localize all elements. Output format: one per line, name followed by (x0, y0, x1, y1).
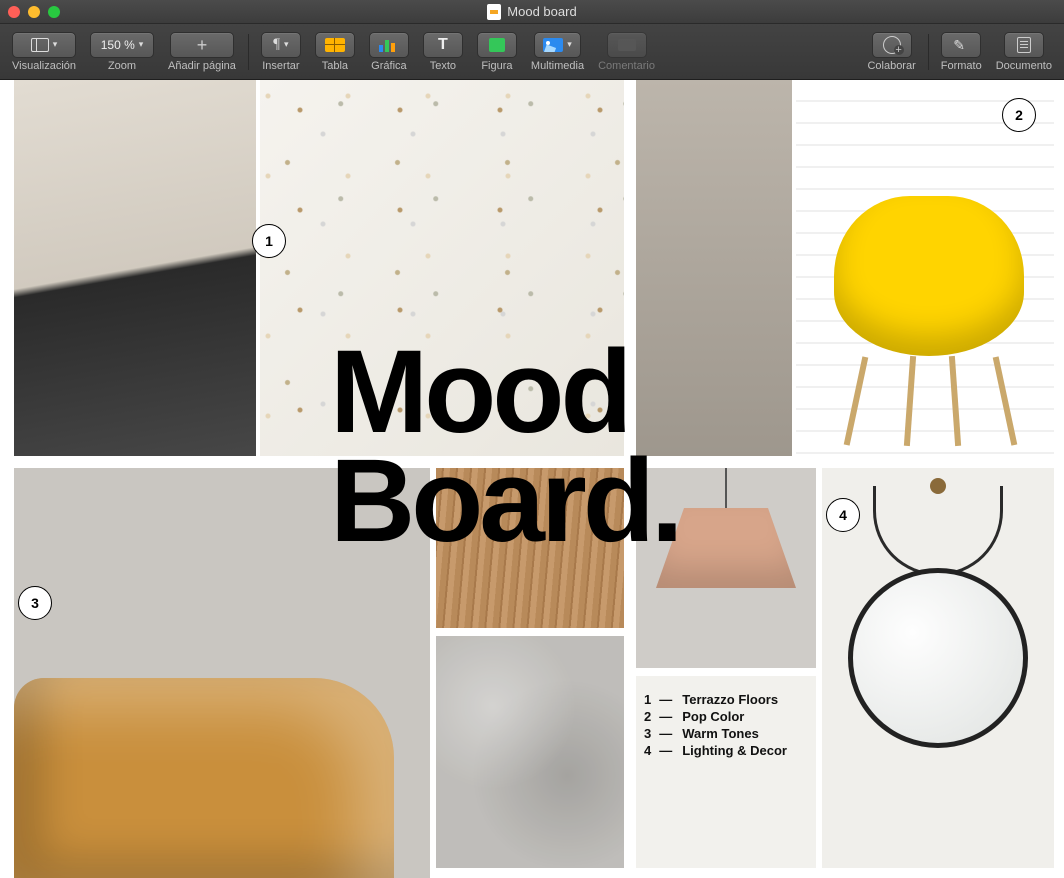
moodboard-image-mirror[interactable] (822, 468, 1054, 868)
shape-button[interactable] (477, 32, 517, 58)
collaborate-button[interactable] (872, 32, 912, 58)
toolbar-separator (928, 34, 929, 70)
legend-num: 3 (644, 726, 651, 741)
toolbar: ▾ Visualización 150 % ▾ Zoom + Añadir pá… (0, 24, 1064, 80)
insert-button[interactable]: ¶ ▾ (261, 32, 301, 58)
table-icon (325, 38, 345, 52)
document-label: Documento (996, 60, 1052, 72)
legend-dash: — (659, 709, 674, 724)
paragraph-icon: ¶ (273, 36, 280, 53)
document-settings-icon (1017, 37, 1031, 53)
text-button[interactable]: T (423, 32, 463, 58)
plus-icon: + (197, 36, 208, 54)
toolbar-separator (248, 34, 249, 70)
legend-row: 2 — Pop Color (644, 709, 808, 724)
comment-icon (618, 39, 636, 51)
add-page-button[interactable]: + (170, 32, 234, 58)
legend-row: 4 — Lighting & Decor (644, 743, 808, 758)
document-canvas[interactable]: 1 — Terrazzo Floors 2 — Pop Color 3 — Wa… (0, 80, 1064, 878)
legend-row: 3 — Warm Tones (644, 726, 808, 741)
title-line-2: Board. (330, 447, 680, 556)
legend-dash: — (659, 692, 674, 707)
zoom-value: 150 % (101, 38, 135, 52)
format-label: Formato (941, 60, 982, 72)
moodboard-image-black-chair[interactable] (14, 80, 256, 456)
collaborate-icon (883, 36, 901, 54)
format-icon (953, 37, 969, 53)
legend-panel[interactable]: 1 — Terrazzo Floors 2 — Pop Color 3 — Wa… (636, 676, 816, 868)
legend-dash: — (659, 726, 674, 741)
moodboard-image-fur[interactable] (436, 636, 624, 868)
annotation-3[interactable]: 3 (18, 586, 52, 620)
document-button[interactable] (1004, 32, 1044, 58)
format-button[interactable] (941, 32, 981, 58)
legend-num: 4 (644, 743, 651, 758)
comment-button[interactable] (607, 32, 647, 58)
zoom-label: Zoom (108, 60, 136, 72)
table-button[interactable] (315, 32, 355, 58)
document-title[interactable]: Mood Board. (330, 338, 680, 555)
legend-label: Pop Color (682, 709, 744, 724)
media-icon (543, 38, 563, 52)
window-title: Mood board (507, 4, 576, 19)
zoom-button[interactable]: 150 % ▾ (90, 32, 154, 58)
shape-icon (489, 38, 505, 52)
legend-num: 1 (644, 692, 651, 707)
table-label: Tabla (322, 60, 348, 72)
chevron-down-icon: ▾ (53, 39, 58, 50)
media-label: Multimedia (531, 60, 584, 72)
yellow-chair-graphic (824, 186, 1044, 446)
comment-label: Comentario (598, 60, 655, 72)
legend-label: Lighting & Decor (682, 743, 787, 758)
legend-label: Warm Tones (682, 726, 759, 741)
text-label: Texto (430, 60, 456, 72)
media-button[interactable]: ▾ (534, 32, 581, 58)
insert-label: Insertar (262, 60, 299, 72)
annotation-4[interactable]: 4 (826, 498, 860, 532)
legend-label: Terrazzo Floors (682, 692, 778, 707)
annotation-2[interactable]: 2 (1002, 98, 1036, 132)
text-icon: T (438, 36, 448, 54)
chevron-down-icon: ▾ (139, 39, 144, 50)
legend-num: 2 (644, 709, 651, 724)
view-label: Visualización (12, 60, 76, 72)
window-titlebar: Mood board (0, 0, 1064, 24)
document-icon (487, 4, 501, 20)
mirror-graphic (848, 568, 1028, 748)
mirror-strap (873, 486, 1003, 576)
chart-icon (379, 38, 399, 52)
chevron-down-icon: ▾ (567, 39, 572, 50)
chevron-down-icon: ▾ (284, 39, 289, 50)
shape-label: Figura (481, 60, 512, 72)
chart-button[interactable] (369, 32, 409, 58)
moodboard-image-yellow-chair[interactable] (796, 80, 1054, 456)
legend-dash: — (659, 743, 674, 758)
title-line-1: Mood (330, 338, 680, 447)
add-page-label: Añadir página (168, 60, 236, 72)
view-button[interactable]: ▾ (12, 32, 76, 58)
collaborate-label: Colaborar (867, 60, 915, 72)
annotation-1[interactable]: 1 (252, 224, 286, 258)
chart-label: Gráfica (371, 60, 406, 72)
legend-row: 1 — Terrazzo Floors (644, 692, 808, 707)
sofa-graphic (14, 678, 394, 878)
view-icon (31, 38, 49, 52)
